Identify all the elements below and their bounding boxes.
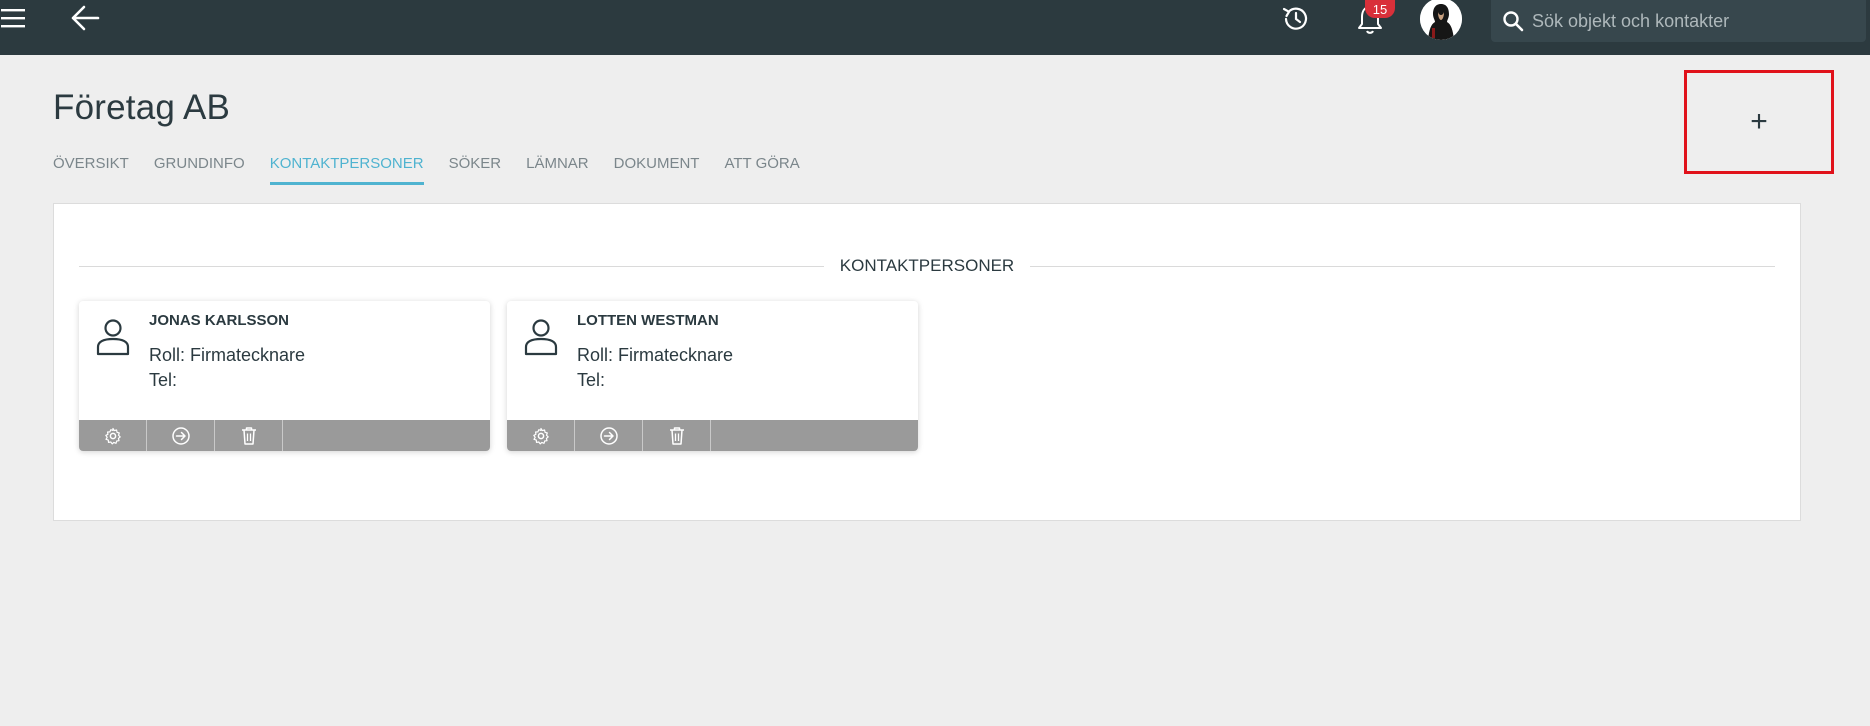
tab-bar: ÖVERSIKT GRUNDINFO KONTAKTPERSONER SÖKER…: [53, 153, 825, 185]
divider: [79, 265, 824, 267]
trash-icon[interactable]: [643, 420, 711, 451]
contact-card: LOTTEN WESTMAN Roll: Firmatecknare Tel:: [507, 301, 918, 451]
search-box: [1491, 0, 1866, 42]
avatar[interactable]: [1420, 0, 1462, 40]
history-icon[interactable]: [1277, 0, 1315, 38]
section-heading-label: KONTAKTPERSONER: [839, 256, 1015, 275]
divider: [1030, 265, 1775, 267]
menu-icon[interactable]: [0, 2, 28, 34]
search-icon[interactable]: [1498, 6, 1528, 36]
person-icon: [523, 317, 559, 357]
card-actions: [507, 420, 918, 451]
tab-lamnar[interactable]: LÄMNAR: [526, 153, 589, 185]
tab-soker[interactable]: SÖKER: [449, 153, 502, 185]
contact-name: LOTTEN WESTMAN: [577, 312, 719, 329]
add-contact-button[interactable]: +: [1684, 70, 1834, 174]
card-actions: [79, 420, 490, 451]
contact-role: Roll: Firmatecknare: [577, 345, 734, 365]
back-arrow-icon[interactable]: [68, 2, 102, 34]
contact-role: Roll: Firmatecknare: [149, 345, 306, 365]
open-arrow-circle-icon[interactable]: [575, 420, 643, 451]
section-heading: KONTAKTPERSONER: [79, 254, 1775, 278]
contact-card: JONAS KARLSSON Roll: Firmatecknare Tel:: [79, 301, 490, 451]
tab-grundinfo[interactable]: GRUNDINFO: [154, 153, 245, 185]
tab-oversikt[interactable]: ÖVERSIKT: [53, 153, 129, 185]
open-arrow-circle-icon[interactable]: [147, 420, 215, 451]
tab-kontaktpersoner[interactable]: KONTAKTPERSONER: [269, 153, 424, 185]
trash-icon[interactable]: [215, 420, 283, 451]
contact-tel: Tel:: [149, 370, 178, 390]
top-bar: 15: [0, 0, 1870, 55]
tab-att-gora[interactable]: ATT GÖRA: [724, 153, 799, 185]
settings-gear-icon[interactable]: [507, 420, 575, 451]
tab-dokument[interactable]: DOKUMENT: [614, 153, 700, 185]
notification-badge: 15: [1365, 0, 1395, 18]
contact-tel: Tel:: [577, 370, 606, 390]
person-icon: [95, 317, 131, 357]
contact-name: JONAS KARLSSON: [149, 312, 290, 329]
page-title: Företag AB: [53, 88, 231, 127]
search-input[interactable]: [1532, 10, 1852, 32]
settings-gear-icon[interactable]: [79, 420, 147, 451]
contacts-panel: KONTAKTPERSONER JONAS KARLSSON Roll: Fir…: [53, 203, 1801, 521]
